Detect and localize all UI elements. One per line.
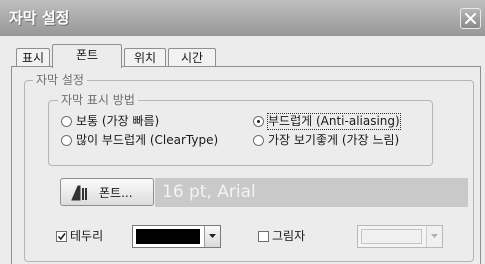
font-button-label: 폰트... [99,186,133,200]
tab-position[interactable]: 위치 [124,48,166,67]
close-icon [465,13,476,24]
radio-circle [61,135,72,146]
checkbox-label: 그림자 [272,229,306,243]
dropdown-button[interactable] [426,226,442,247]
display-method-group-title: 자막 표시 방법 [58,93,138,107]
subtitle-settings-dialog: 자막 설정 표시 폰트 위치 시간 자막 설정 자막 표시 방법 보통 (가장 [0,0,485,264]
checkmark-icon [57,233,66,241]
tab-font[interactable]: 폰트 [52,44,122,68]
radio-label: 가장 보기좋게 (가장 느림) [268,133,400,147]
font-icon [71,185,87,201]
title-bar[interactable]: 자막 설정 [0,0,485,36]
shadow-color-dropdown[interactable] [357,225,443,248]
radio-selected-dot [257,120,260,123]
checkbox-box [56,231,67,242]
radio-label: 부드럽게 (Anti-aliasing) [267,113,401,130]
font-button[interactable]: 폰트... [60,178,154,206]
dropdown-button[interactable] [204,226,220,247]
tab-label: 폰트 [75,48,99,62]
radio-label: 보통 (가장 빠름) [76,114,160,128]
shadow-color-swatch [361,229,422,244]
chevron-down-icon [431,234,438,238]
tab-label: 시간 [180,51,204,65]
window-title: 자막 설정 [9,9,70,27]
subtitle-settings-group-title: 자막 설정 [33,73,87,87]
radio-circle [253,116,264,127]
tab-display[interactable]: 표시 [16,48,50,67]
radio-circle [253,135,264,146]
radio-label: 많이 부드럽게 (ClearType) [76,133,219,147]
close-button[interactable] [460,8,481,29]
tab-label: 표시 [21,51,45,65]
tab-time[interactable]: 시간 [168,48,216,67]
checkbox-box [258,231,269,242]
outline-color-dropdown[interactable] [132,225,221,248]
chevron-down-icon [209,234,216,238]
radio-circle [61,116,72,127]
dialog-body: 표시 폰트 위치 시간 자막 설정 자막 표시 방법 보통 (가장 빠름) 부드… [0,36,485,264]
font-preview: 16 pt, Arial [155,178,468,207]
outline-color-swatch [136,229,200,244]
checkbox-label: 테두리 [70,229,104,243]
tab-label: 위치 [133,51,157,65]
